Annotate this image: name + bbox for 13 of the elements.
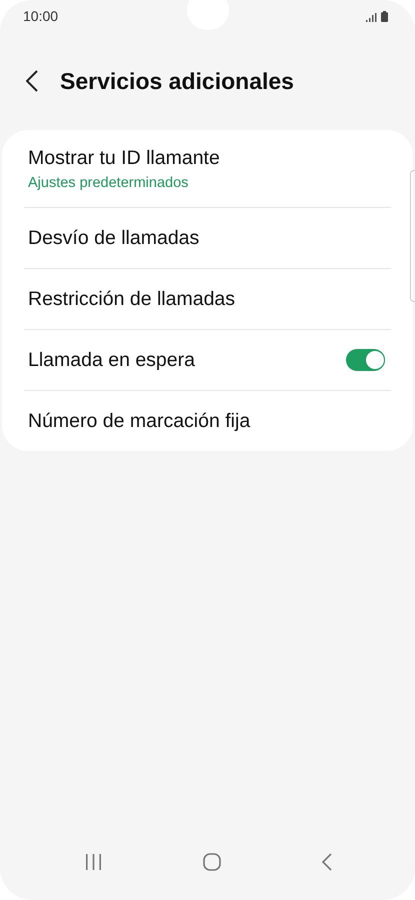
settings-item[interactable]: Desvío de llamadas — [2, 208, 413, 268]
signal-icon — [366, 12, 377, 22]
status-time: 10:00 — [23, 8, 58, 24]
page-title: Servicios adicionales — [60, 68, 294, 94]
settings-item[interactable]: Mostrar tu ID llamante Ajustes predeterminados — [2, 130, 413, 207]
recent-apps-icon[interactable] — [85, 854, 102, 870]
back-icon[interactable] — [321, 853, 332, 871]
settings-item[interactable]: Restricción de llamadas — [2, 269, 413, 329]
home-icon[interactable] — [202, 853, 220, 871]
toggle-switch[interactable] — [346, 349, 385, 371]
settings-item[interactable]: Llamada en espera — [2, 330, 413, 390]
settings-item[interactable]: Número de marcación fija — [2, 391, 413, 451]
battery-icon — [381, 10, 388, 22]
